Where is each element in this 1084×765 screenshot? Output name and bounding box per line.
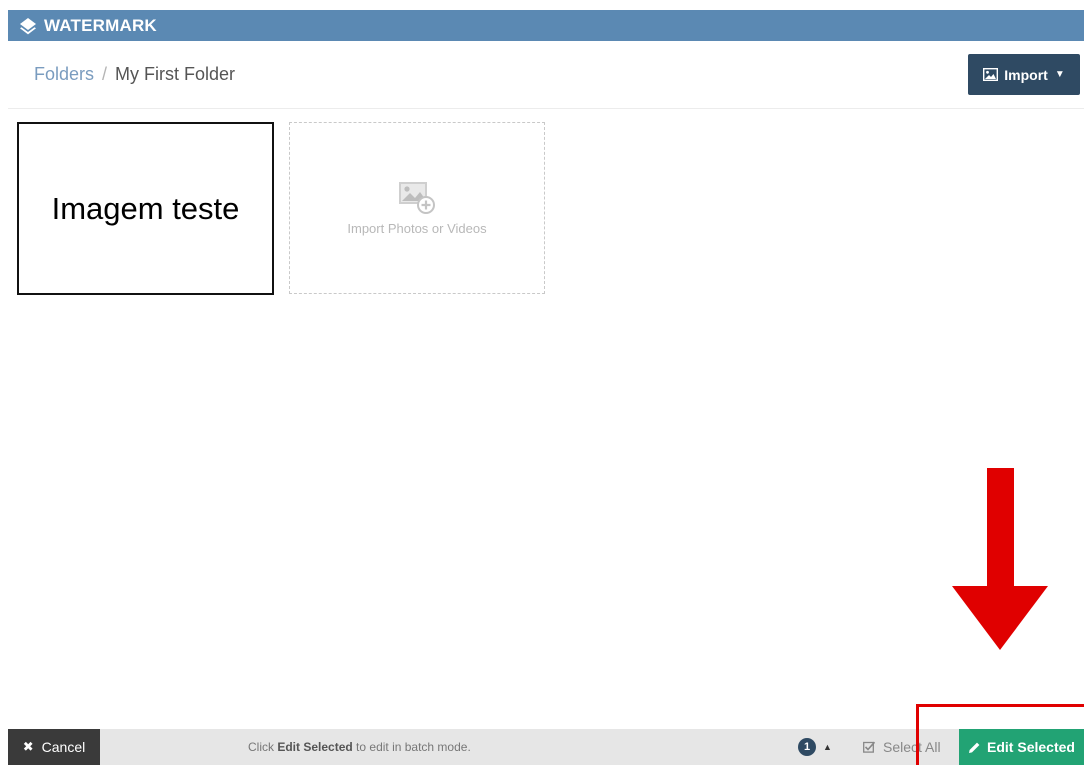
import-button-label: Import [1004, 66, 1048, 83]
cancel-button[interactable]: ✖ Cancel [8, 729, 100, 765]
selection-count-toggle[interactable]: 1 ▲ [798, 738, 832, 756]
add-image-icon [399, 181, 435, 214]
selected-count-badge: 1 [798, 738, 816, 756]
down-arrow-icon [952, 468, 1048, 650]
hint-bold: Edit Selected [277, 740, 353, 754]
top-navbar: WATERMARK [8, 10, 1084, 41]
breadcrumb-bar: Folders / My First Folder Import ▼ [8, 42, 1084, 109]
import-dropzone[interactable]: Import Photos or Videos [289, 122, 545, 294]
brand-name: WATERMARK [44, 15, 157, 35]
edit-selected-button[interactable]: Edit Selected [959, 729, 1084, 765]
hint-suffix: to edit in batch mode. [356, 740, 471, 754]
image-tile-text: Imagem teste [51, 190, 240, 226]
image-icon [983, 68, 999, 81]
import-dropzone-text: Import Photos or Videos [347, 220, 487, 236]
select-all-button[interactable]: Select All [863, 739, 941, 755]
hint-prefix: Click [248, 740, 274, 754]
brand[interactable]: WATERMARK [8, 16, 157, 36]
cancel-button-label: Cancel [41, 739, 86, 755]
breadcrumb-folders-link[interactable]: Folders [34, 64, 94, 84]
caret-down-icon: ▼ [1054, 69, 1065, 80]
pencil-icon [969, 742, 980, 753]
close-icon: ✖ [22, 739, 34, 754]
import-button[interactable]: Import ▼ [968, 54, 1080, 95]
select-all-label: Select All [883, 739, 941, 755]
breadcrumb: Folders / My First Folder [34, 64, 235, 85]
edit-selected-label: Edit Selected [987, 739, 1075, 755]
layers-diamond-icon [20, 17, 36, 34]
breadcrumb-separator: / [102, 64, 108, 84]
batch-hint: Click Edit Selected to edit in batch mod… [248, 740, 471, 754]
image-tile[interactable]: Imagem teste [17, 122, 274, 295]
batch-action-bar: ✖ Cancel Click Edit Selected to edit in … [8, 729, 1084, 765]
checkbox-icon [863, 741, 875, 753]
breadcrumb-current: My First Folder [115, 64, 236, 84]
caret-up-icon: ▲ [823, 742, 832, 752]
